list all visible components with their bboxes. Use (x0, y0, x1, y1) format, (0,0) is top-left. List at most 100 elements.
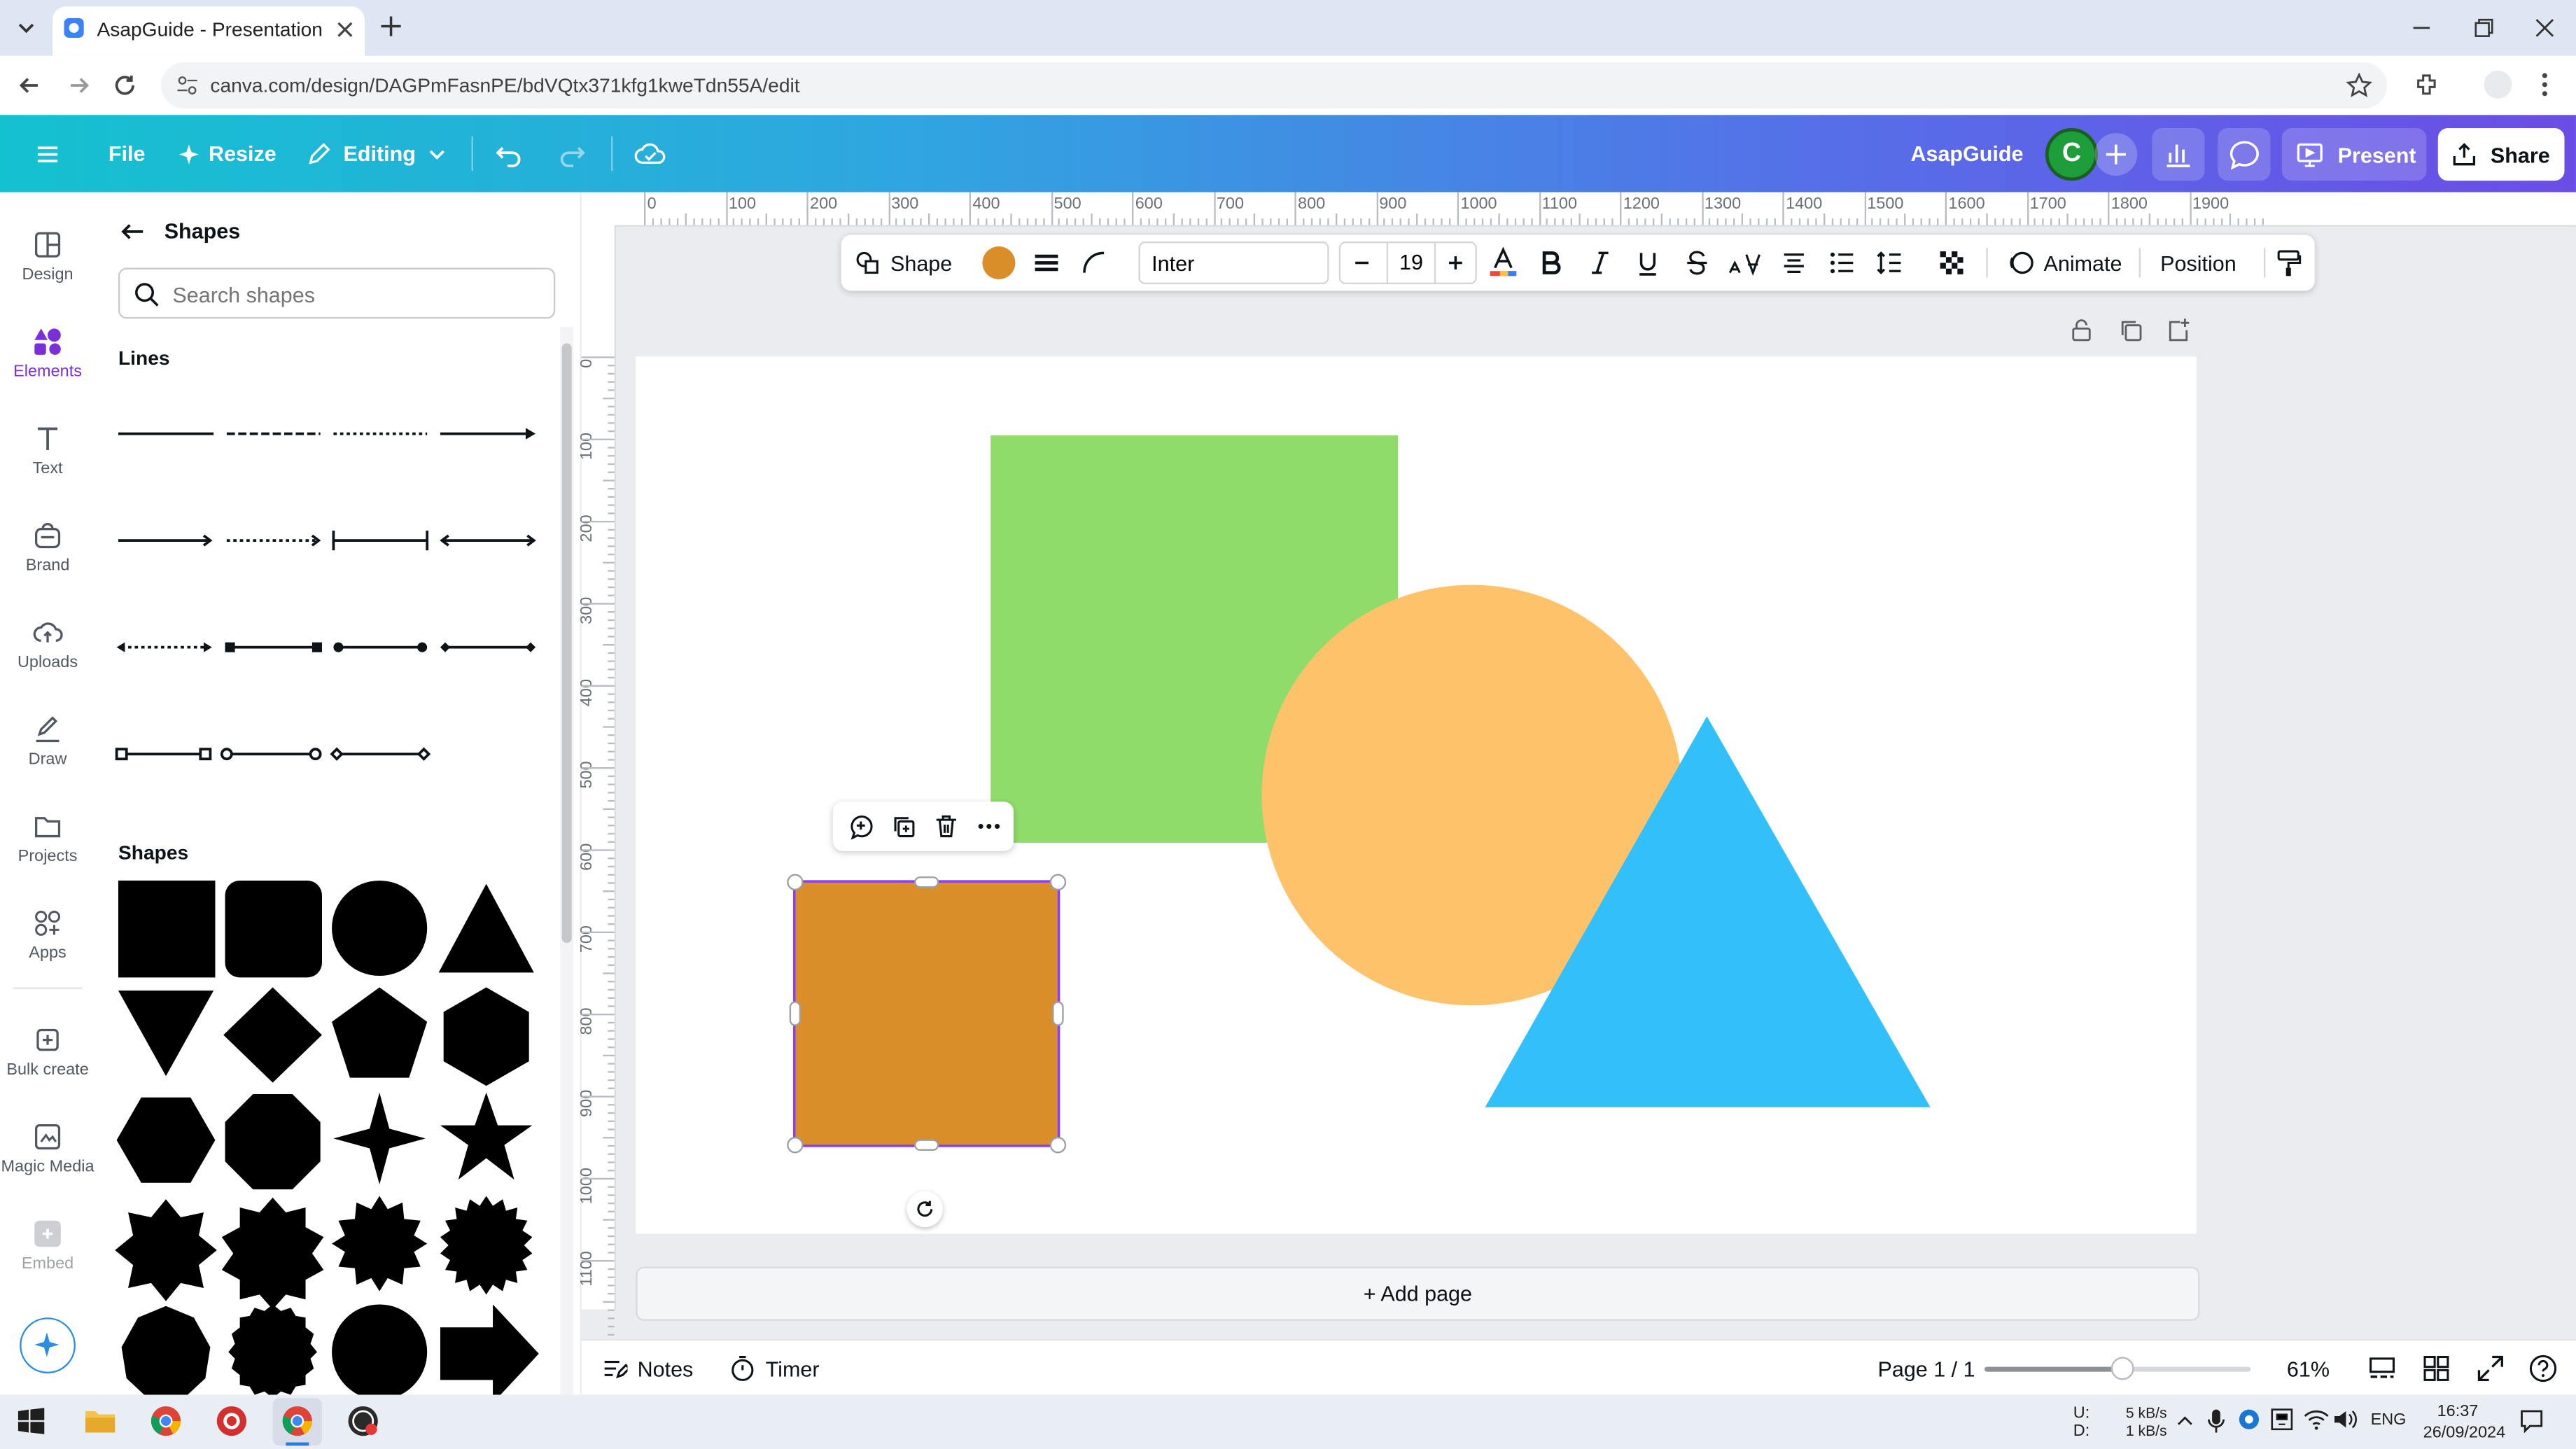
profile-avatar[interactable] (2484, 70, 2512, 99)
tab-search-chevron-icon[interactable] (13, 15, 40, 41)
timer-button[interactable]: Timer (729, 1340, 820, 1396)
selected-orange-square[interactable] (794, 882, 1058, 1145)
shape-seven-point-star[interactable] (115, 1199, 217, 1301)
shape-square[interactable] (118, 880, 216, 978)
back-icon[interactable] (16, 72, 43, 99)
shape-four-point-star[interactable] (333, 1092, 426, 1185)
volume-icon[interactable] (2333, 1408, 2360, 1431)
font-size-stepper[interactable]: 19 (1338, 241, 1477, 285)
add-collaborator-button[interactable] (2094, 133, 2138, 176)
file-menu-button[interactable]: File (108, 115, 146, 192)
notification-center-icon[interactable] (2519, 1408, 2545, 1434)
rail-elements[interactable]: Elements (0, 312, 95, 407)
line-open-diamond-ends[interactable] (330, 747, 431, 761)
shape-nonagon[interactable] (121, 1306, 211, 1395)
font-family-dropdown[interactable]: Inter (1138, 241, 1329, 285)
rail-projects[interactable]: Projects (0, 797, 95, 892)
extensions-icon[interactable] (2414, 71, 2442, 99)
minimize-icon[interactable] (2410, 16, 2433, 39)
recorder-app-icon[interactable] (215, 1405, 248, 1438)
restore-icon[interactable] (2472, 16, 2496, 39)
cloud-save-status[interactable] (634, 115, 667, 192)
present-button[interactable]: Present (2281, 128, 2427, 181)
shape-seal-circle[interactable] (228, 1304, 317, 1395)
panel-scrollbar-thumb[interactable] (561, 343, 572, 944)
tab-close-icon[interactable] (335, 20, 355, 39)
duplicate-icon[interactable] (890, 813, 917, 840)
decrease-font-size-icon[interactable] (1350, 250, 1373, 276)
help-button[interactable] (2528, 1340, 2558, 1396)
shape-octagon[interactable] (225, 1094, 321, 1190)
trash-icon[interactable] (933, 813, 960, 840)
increase-font-size-icon[interactable] (1444, 250, 1467, 276)
shape-diamond[interactable] (223, 987, 322, 1083)
site-info-icon[interactable] (176, 74, 199, 97)
insights-button[interactable] (2152, 128, 2205, 181)
zoom-level[interactable]: 61% (2287, 1340, 2330, 1396)
page-view-button[interactable] (2367, 1340, 2397, 1396)
grid-view-button[interactable] (2421, 1340, 2451, 1396)
zoom-slider-track[interactable] (1984, 1357, 2251, 1380)
shape-circle[interactable] (332, 880, 428, 976)
underline-button[interactable] (1637, 235, 1660, 291)
rotate-handle[interactable] (906, 1191, 944, 1228)
shape-eight-point-star[interactable] (221, 1197, 324, 1310)
fill-color-swatch[interactable] (982, 246, 1016, 279)
text-align-button[interactable] (1781, 235, 1807, 291)
line-double-arrow[interactable] (440, 534, 536, 547)
main-menu-icon[interactable] (33, 115, 62, 192)
shape-scalloped-circle[interactable] (332, 1304, 428, 1395)
position-button[interactable]: Position (2160, 235, 2236, 291)
address-bar[interactable]: canva.com/design/DAGPmFasnPE/bdVQtx371kf… (160, 62, 2388, 108)
page-indicator[interactable]: Page 1 / 1 (1878, 1340, 1975, 1396)
add-page-after-icon[interactable] (2165, 317, 2192, 344)
team-name[interactable]: AsapGuide (1910, 115, 2023, 192)
line-arrow-right[interactable] (440, 428, 536, 440)
obs-app-icon[interactable] (346, 1405, 379, 1438)
forward-icon[interactable] (66, 72, 92, 99)
shape-arrow-right[interactable] (440, 1304, 539, 1395)
line-bar-ends[interactable] (332, 531, 429, 551)
corner-rounding-button[interactable] (1081, 235, 1107, 291)
language-indicator[interactable]: ENG (2371, 1411, 2407, 1429)
line-dotted-arrow[interactable] (226, 534, 321, 547)
rail-embed[interactable]: Embed (0, 1204, 95, 1299)
line-open-circle-ends[interactable] (220, 748, 322, 761)
tray-app-icon[interactable] (2237, 1408, 2260, 1431)
line-dotted-double-arrow[interactable] (116, 642, 212, 652)
editing-mode-button[interactable]: Editing (306, 115, 449, 192)
tray-keyboard-icon[interactable] (2270, 1408, 2293, 1431)
paint-format-button[interactable] (2275, 235, 2302, 291)
rail-brand[interactable]: Brand (0, 506, 95, 601)
search-shapes-field[interactable] (118, 267, 556, 319)
shape-five-point-star[interactable] (440, 1092, 533, 1180)
italic-button[interactable] (1588, 235, 1611, 291)
shape-inverted-triangle[interactable] (118, 990, 214, 1077)
magic-assistant-button[interactable] (20, 1317, 76, 1374)
transparency-button[interactable] (1938, 235, 1965, 291)
animate-button[interactable]: Animate (2008, 235, 2122, 291)
fullscreen-button[interactable] (2476, 1340, 2505, 1396)
chrome-active-taskbar-button[interactable] (272, 1398, 322, 1446)
reload-icon[interactable] (112, 72, 139, 99)
rail-text[interactable]: Text (0, 409, 95, 504)
microphone-icon[interactable] (2206, 1408, 2226, 1434)
new-tab-icon[interactable] (379, 15, 402, 38)
shape-hexagon[interactable] (443, 987, 529, 1086)
rail-apps[interactable]: Apps (0, 894, 95, 989)
line-square-ends[interactable] (225, 642, 322, 652)
design-page[interactable] (636, 356, 2197, 1234)
rail-design[interactable]: Design (0, 215, 95, 310)
tray-chevron-up-icon[interactable] (2175, 1411, 2194, 1431)
more-options-icon[interactable] (976, 813, 1002, 840)
windows-start-icon[interactable] (18, 1408, 45, 1434)
wifi-icon[interactable] (2303, 1408, 2330, 1431)
lock-page-icon[interactable] (2068, 317, 2095, 344)
text-color-button[interactable] (1488, 235, 1518, 291)
share-button[interactable]: Share (2437, 128, 2565, 181)
line-arrow-open[interactable] (118, 534, 213, 547)
chrome-icon[interactable] (150, 1405, 183, 1438)
bookmark-star-icon[interactable] (2346, 72, 2372, 99)
letter-case-button[interactable] (1728, 235, 1761, 291)
shape-type-button[interactable]: Shape (854, 235, 952, 291)
